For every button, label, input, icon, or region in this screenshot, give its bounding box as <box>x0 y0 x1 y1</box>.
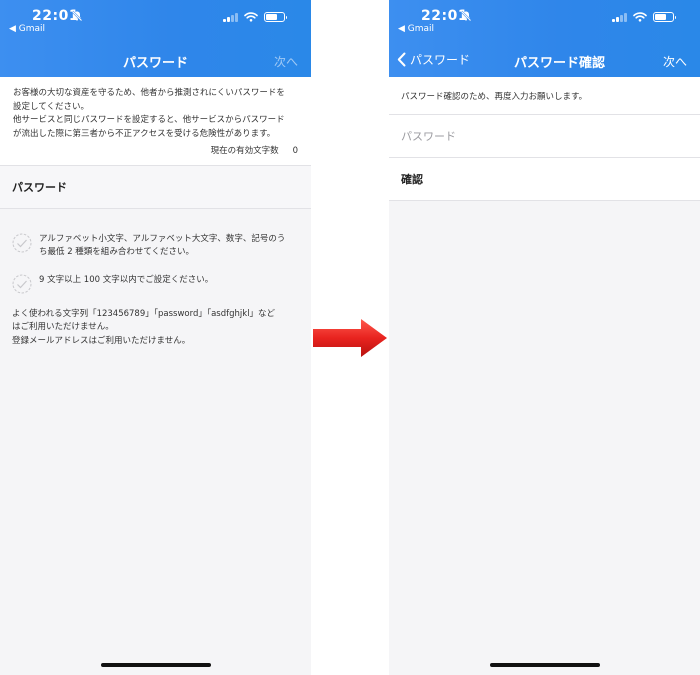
rule-text: アルファベット小文字、アルファベット大文字、数字、記号のう ち最低 2 種類を組… <box>39 233 286 258</box>
status-icons <box>612 12 676 22</box>
rule-text: 9 文字以上 100 文字以内でご設定ください。 <box>39 274 214 285</box>
confirm-description: パスワード確認のため、再度入力お願いします。 <box>389 77 700 115</box>
home-indicator <box>100 663 211 667</box>
notes-text: よく使われる文字列「123456789」「password」「asdfghjkl… <box>12 308 298 349</box>
page-title: パスワード確認 <box>513 56 605 71</box>
password-rules: アルファベット小文字、アルファベット大文字、数字、記号のう ち最低 2 種類を組… <box>0 209 311 349</box>
intro-line: 設定してください。 <box>13 101 89 112</box>
bell-muted-icon <box>71 10 83 22</box>
intro-line: が流出した際に第三者から不正アクセスを受ける危険性があります。 <box>13 128 276 139</box>
next-button[interactable]: 次へ <box>274 53 298 70</box>
char-count-row: 現在の有効文字数 0 <box>13 141 298 159</box>
transition-arrow-icon <box>313 319 387 357</box>
wifi-icon <box>633 12 647 22</box>
rule-item: アルファベット小文字、アルファベット大文字、数字、記号のう ち最低 2 種類を組… <box>12 233 298 260</box>
note-line: 登録メールアドレスはご利用いただけません。 <box>12 335 191 346</box>
confirm-password-input[interactable]: 確認 <box>389 158 700 201</box>
char-count-value: 0 <box>292 146 298 156</box>
wifi-icon <box>244 12 258 22</box>
nav-header: 22:01 ◀ Gmail パスワード 次へ <box>0 0 311 77</box>
home-indicator <box>489 663 600 667</box>
rule-item: 9 文字以上 100 文字以内でご設定ください。 <box>12 274 298 294</box>
back-to-gmail-link[interactable]: ◀ Gmail <box>398 24 434 34</box>
password-field-label: パスワード <box>12 180 67 194</box>
intro-line: お客様の大切な資産を守るため、他者から推測されにくいパスワードを <box>13 88 285 98</box>
battery-icon <box>653 12 676 22</box>
char-count-label: 現在の有効文字数 <box>210 146 279 156</box>
bell-muted-icon <box>460 10 472 22</box>
battery-icon <box>264 12 287 22</box>
intro-text: お客様の大切な資産を守るため、他者から推測されにくいパスワードを 設定してくださ… <box>0 77 311 165</box>
nav-header: 22:01 ◀ Gmail パスワード パスワード確認 次へ <box>389 0 700 77</box>
password-confirm-screen: 22:01 ◀ Gmail パスワード パスワード確認 次へ パスワード確認のた… <box>389 0 700 675</box>
signal-icon <box>223 12 238 22</box>
check-circle-icon <box>12 274 32 293</box>
back-to-gmail-link[interactable]: ◀ Gmail <box>9 24 45 34</box>
password-input[interactable]: パスワード <box>0 164 311 209</box>
intro-line: 他サービスと同じパスワードを設定すると、他サービスからパスワード <box>13 115 285 125</box>
password-input[interactable]: パスワード <box>389 115 700 158</box>
next-button[interactable]: 次へ <box>663 53 687 70</box>
signal-icon <box>612 12 627 22</box>
note-line: はご利用いただけません。 <box>12 322 114 332</box>
status-icons <box>223 12 287 22</box>
check-circle-icon <box>12 233 32 252</box>
page-title: パスワード <box>122 56 188 71</box>
note-line: よく使われる文字列「123456789」「password」「asdfghjkl… <box>12 308 276 319</box>
password-screen: 22:01 ◀ Gmail パスワード 次へ お客様の大切な資産を守るため、他者… <box>0 0 311 675</box>
